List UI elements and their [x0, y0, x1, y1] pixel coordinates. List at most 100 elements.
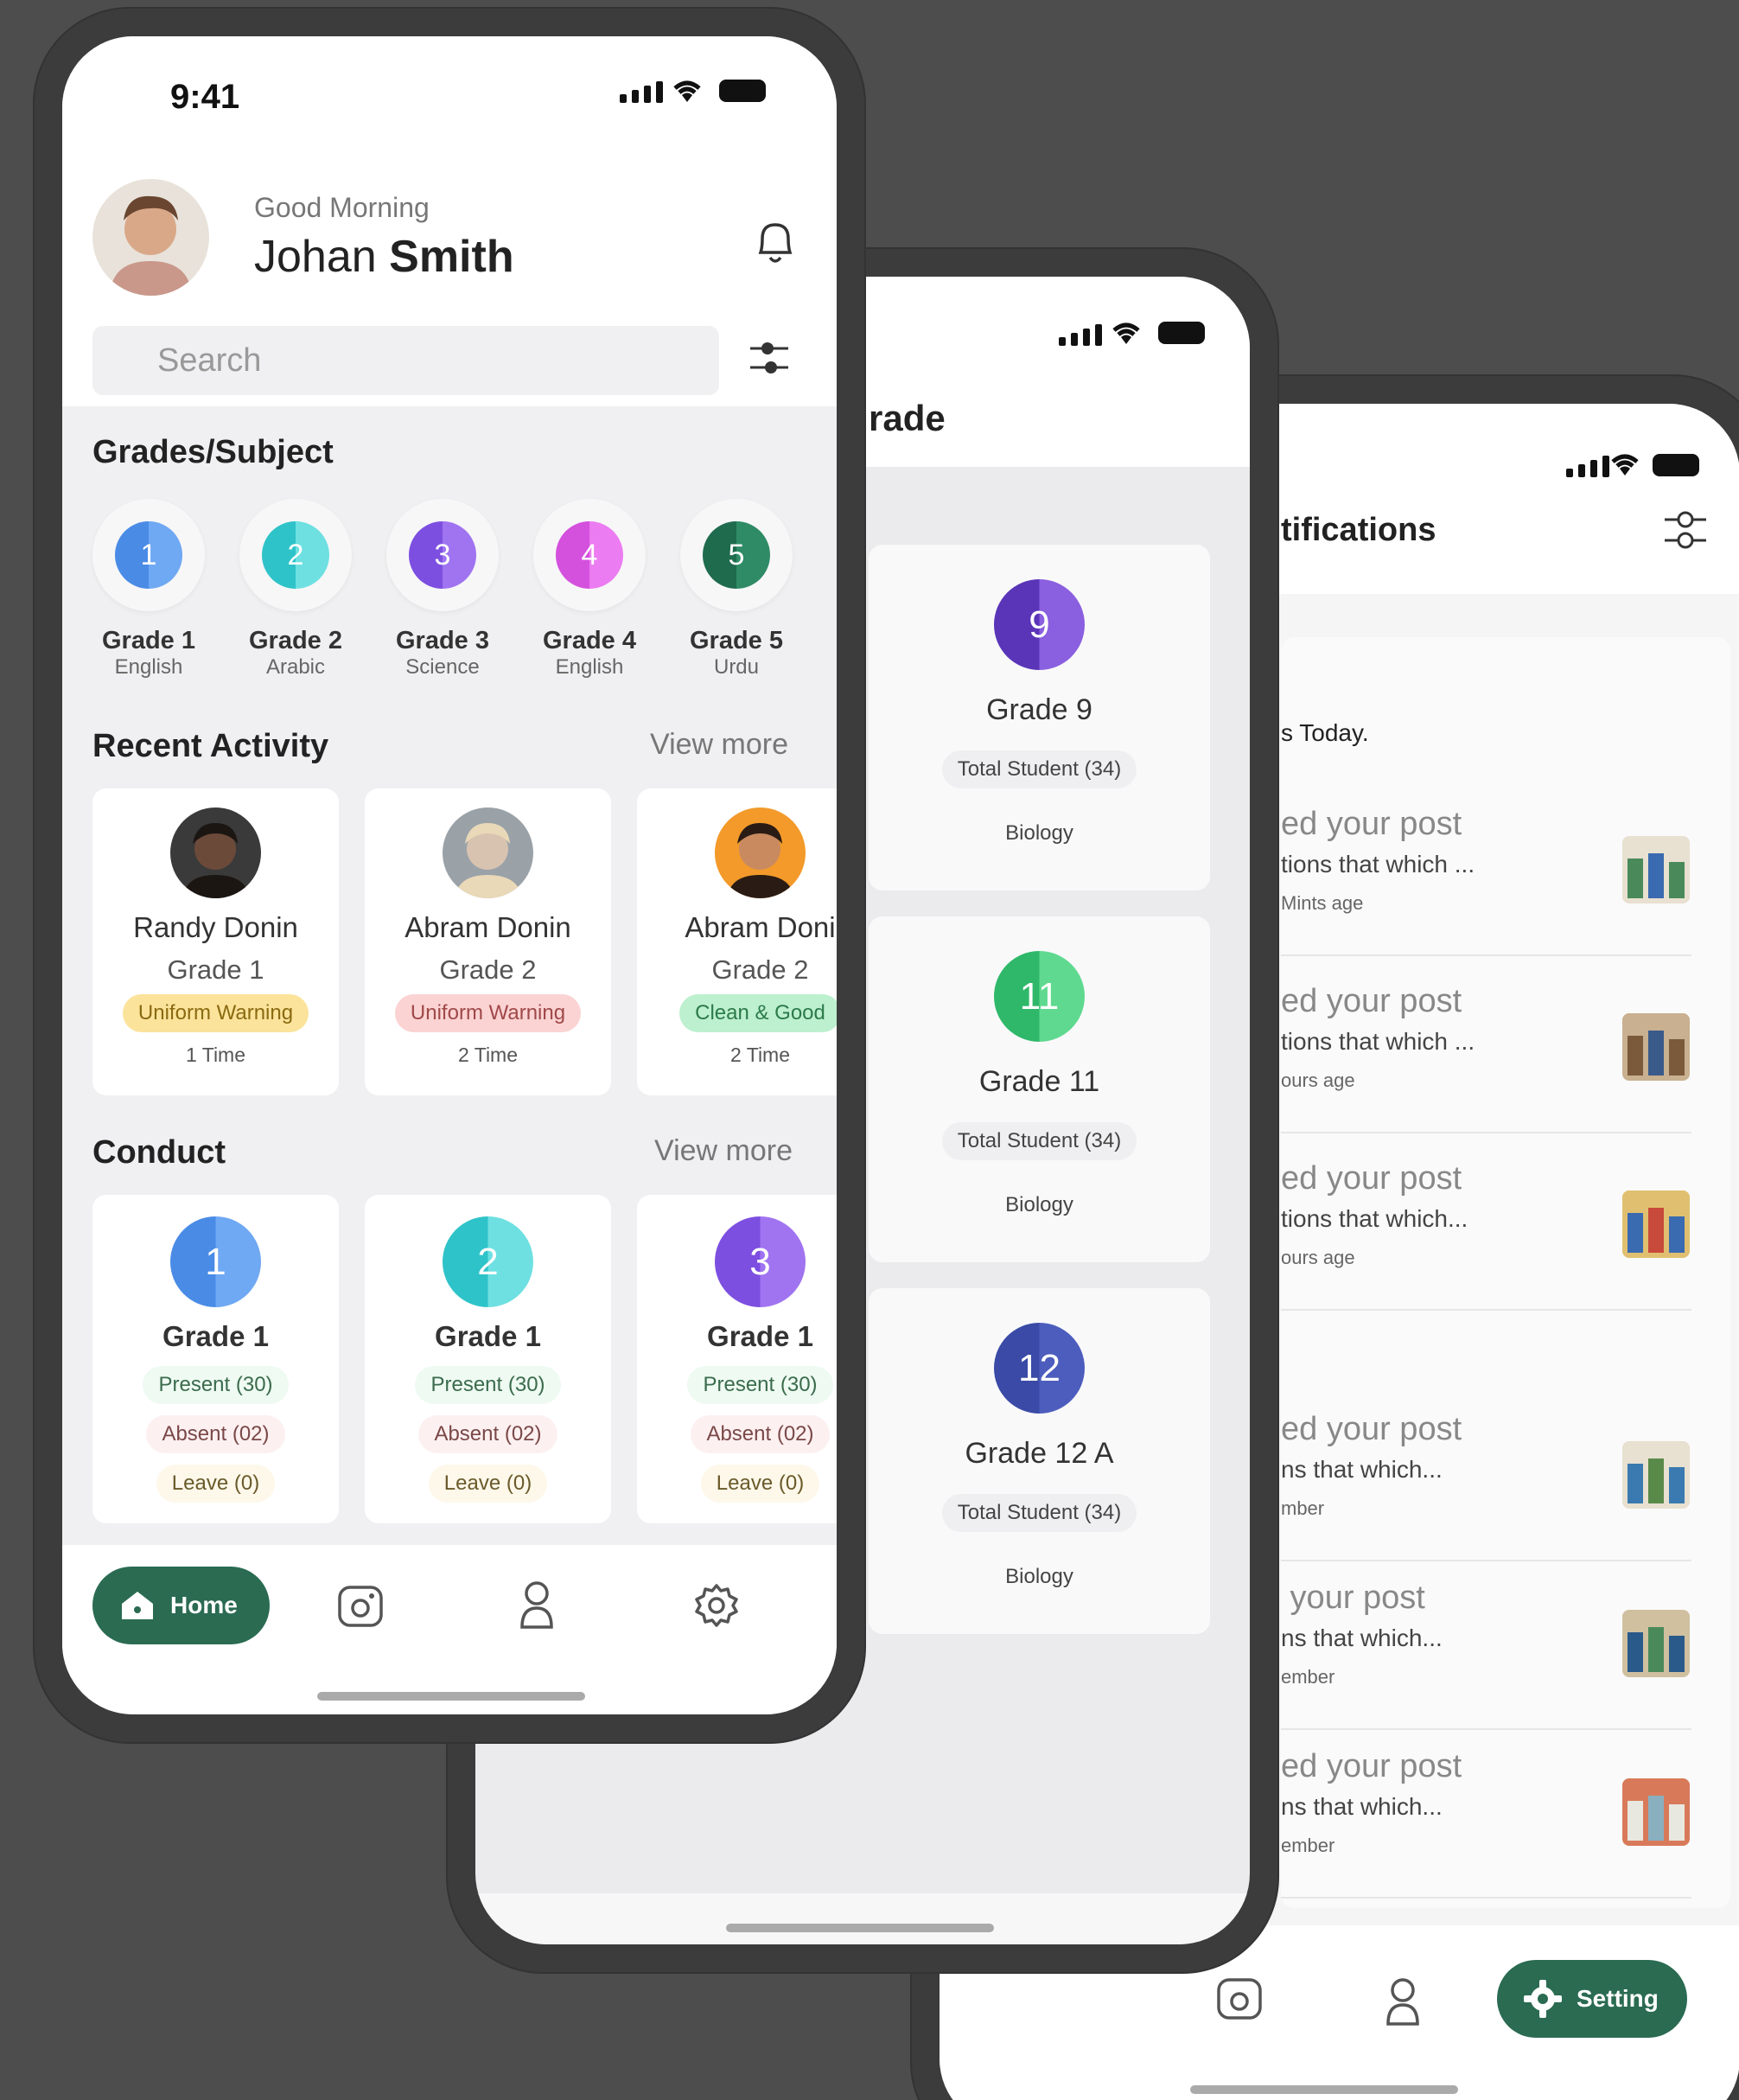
leave-count: Leave (0) [156, 1465, 276, 1503]
conduct-grade-badge: 1 [170, 1216, 261, 1307]
grade-chip-label: Grade 4 [543, 627, 636, 654]
notification-thumbnail [1622, 1610, 1690, 1677]
activity-tag: Uniform Warning [122, 994, 309, 1032]
grade-chip-ring: 2 [239, 499, 352, 611]
grade-card[interactable]: 11 Grade 11 Total Student (34) Biology [869, 916, 1210, 1262]
notification-title: ed your post [1281, 1748, 1462, 1784]
filter-icon[interactable] [745, 335, 793, 383]
recent-activity-card[interactable]: Abram Doni Grade 2 Clean & Good 2 Time [637, 788, 837, 1095]
conduct-grade-label: Grade 1 [162, 1320, 269, 1352]
grade-chip-ring: 3 [386, 499, 499, 611]
conduct-card[interactable]: 3 Grade 1 Present (30) Absent (02) Leave… [637, 1195, 837, 1523]
notification-desc: tions that which ... [1281, 1028, 1475, 1055]
conduct-grade-label: Grade 1 [435, 1320, 541, 1352]
recent-activity-card[interactable]: Randy Donin Grade 1 Uniform Warning 1 Ti… [92, 788, 339, 1095]
notification-time: ours age [1281, 1069, 1355, 1091]
conduct-card[interactable]: 2 Grade 1 Present (30) Absent (02) Leave… [365, 1195, 611, 1523]
camera-icon[interactable] [337, 1584, 384, 1629]
grade-chip-subject: English [555, 655, 624, 679]
grade-card-title: Grade 12 A [965, 1437, 1114, 1470]
grade-card[interactable]: 12 Grade 12 A Total Student (34) Biology [869, 1288, 1210, 1634]
gear-icon [1524, 1980, 1562, 2018]
recent-activity-card[interactable]: Abram Donin Grade 2 Uniform Warning 2 Ti… [365, 788, 611, 1095]
recent-activity-title: Recent Activity [92, 728, 329, 764]
home-icon [122, 1592, 153, 1619]
divider [1281, 1728, 1691, 1730]
conduct-grade-badge: 2 [443, 1216, 533, 1307]
notification-time: ours age [1281, 1247, 1355, 1268]
nav-setting-label: Setting [1577, 1985, 1659, 2012]
notification-title: ed your post [1281, 1160, 1462, 1197]
grade-chip-label: Grade 1 [102, 627, 195, 654]
student-avatar [715, 807, 806, 898]
grade-chip-ring: 4 [533, 499, 646, 611]
filter-icon[interactable] [1661, 507, 1710, 552]
grade-card-badge: 12 [994, 1323, 1085, 1414]
notification-time: ember [1281, 1666, 1335, 1688]
grade-card[interactable]: 9 Grade 9 Total Student (34) Biology [869, 545, 1210, 890]
present-count: Present (30) [143, 1366, 289, 1404]
grade-card-title: Grade 9 [986, 693, 1092, 726]
greeting: Good Morning [254, 192, 430, 223]
grade-chip[interactable]: 3 Grade 3 Science [386, 499, 499, 680]
grade-card-subject: Biology [1005, 1193, 1073, 1216]
avatar[interactable] [92, 179, 209, 296]
grade-chip-subject: Science [405, 655, 480, 679]
activity-count: 1 Time [185, 1044, 246, 1066]
conduct-view-more-link[interactable]: View more [654, 1134, 793, 1168]
settings-icon[interactable] [693, 1582, 740, 1629]
notification-thumbnail [1622, 1013, 1690, 1081]
notification-thumbnail [1622, 836, 1690, 903]
notification-item[interactable]: ed your post ns that which... mber [1281, 1411, 1730, 1562]
activity-tag: Uniform Warning [394, 994, 582, 1032]
nav-home-button[interactable]: Home [92, 1567, 270, 1644]
signal-icon [620, 81, 663, 103]
notification-desc: ns that which... [1281, 1793, 1443, 1820]
recent-view-more-link[interactable]: View more [650, 728, 788, 762]
notification-item[interactable]: ed your post tions that which ... Mints … [1281, 806, 1730, 957]
activity-count: 2 Time [729, 1044, 791, 1066]
profile-icon[interactable] [519, 1580, 555, 1631]
grade-chip[interactable]: 4 Grade 4 English [533, 499, 646, 680]
grade-chip[interactable]: 1 Grade 1 English [92, 499, 205, 680]
notification-item[interactable]: ed your post tions that which... ours ag… [1281, 1160, 1730, 1312]
notification-thumbnail [1622, 1778, 1690, 1846]
student-avatar [170, 807, 261, 898]
camera-icon[interactable] [1216, 1977, 1263, 2020]
notification-item[interactable]: ed your post tions that which ... ours a… [1281, 983, 1730, 1134]
notification-item[interactable]: ed your post ns that which... ember [1281, 1748, 1730, 1899]
grade-chip[interactable]: 5 Grade 5 Urdu [680, 499, 793, 680]
nav-home-label: Home [170, 1592, 238, 1618]
wifi-icon [1112, 322, 1140, 344]
phone-dashboard: 9:41 Good Morning Johan Smith Search Gra… [35, 9, 864, 1742]
conduct-card[interactable]: 1 Grade 1 Present (30) Absent (02) Leave… [92, 1195, 339, 1523]
grade-number-badge: 5 [703, 521, 770, 589]
notification-desc: tions that which... [1281, 1205, 1468, 1232]
grade-chip-subject: English [114, 655, 183, 679]
student-name: Abram Doni [685, 911, 836, 943]
battery-icon [1158, 322, 1205, 344]
battery-icon [719, 80, 766, 102]
grade-card-badge: 11 [994, 951, 1085, 1042]
activity-count: 2 Time [457, 1044, 519, 1066]
nav-setting-button[interactable]: Setting [1497, 1960, 1687, 2038]
notification-item[interactable]: your post ns that which... ember [1281, 1580, 1730, 1731]
grade-card-subject: Biology [1005, 821, 1073, 845]
notification-thumbnail [1622, 1190, 1690, 1258]
search-input[interactable]: Search [92, 326, 719, 395]
notification-desc: ns that which... [1281, 1456, 1443, 1483]
section-today: s Today. [1281, 719, 1369, 746]
user-name: Johan Smith [254, 231, 514, 283]
present-count: Present (30) [687, 1366, 833, 1404]
wifi-icon [673, 80, 701, 102]
grade-chip-label: Grade 5 [690, 627, 783, 654]
notification-time: Mints age [1281, 892, 1364, 914]
bell-icon[interactable] [754, 218, 797, 266]
student-grade: Grade 1 [167, 954, 264, 985]
absent-count: Absent (02) [146, 1415, 285, 1453]
grades-section-title: Grades/Subject [92, 434, 334, 470]
notification-desc: tions that which ... [1281, 851, 1475, 878]
divider [1281, 1309, 1691, 1311]
profile-icon[interactable] [1385, 1977, 1421, 2027]
grade-chip[interactable]: 2 Grade 2 Arabic [239, 499, 352, 680]
